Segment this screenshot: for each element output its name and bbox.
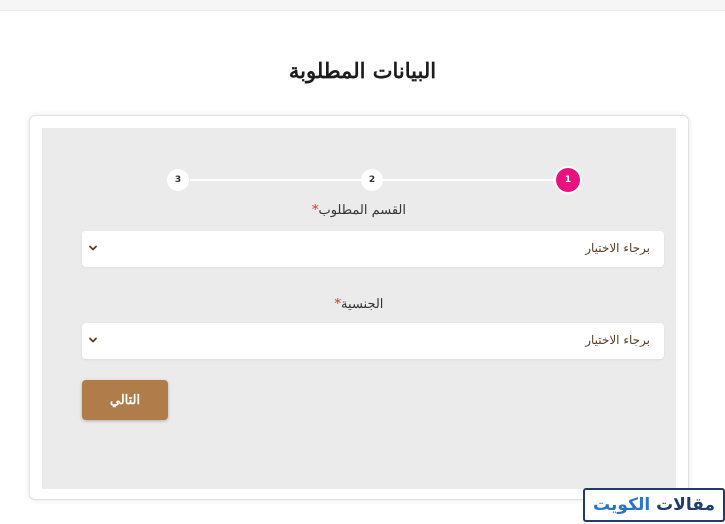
form-panel: 3 2 1 القسم المطلوب* برجاء الاختيار الجن… (42, 128, 676, 489)
step-1-active[interactable]: 1 (556, 168, 580, 192)
page-title: البيانات المطلوبة (288, 58, 437, 83)
chevron-down-icon (89, 245, 97, 251)
stepper-connector (190, 179, 370, 181)
top-bar (0, 0, 725, 11)
site-watermark-logo: مقالات الكويت (583, 488, 725, 522)
department-select[interactable]: برجاء الاختيار (82, 231, 664, 267)
department-label: القسم المطلوب* (42, 203, 676, 218)
next-button[interactable]: التالي (82, 380, 168, 420)
step-3[interactable]: 3 (167, 169, 189, 191)
nationality-select-value: برجاء الاختيار (585, 333, 650, 347)
department-select-value: برجاء الاختيار (585, 241, 650, 255)
nationality-select[interactable]: برجاء الاختيار (82, 323, 664, 359)
step-2[interactable]: 2 (361, 169, 383, 191)
form-card: 3 2 1 القسم المطلوب* برجاء الاختيار الجن… (29, 115, 689, 500)
nationality-label: الجنسية* (42, 297, 676, 312)
nationality-label-text: الجنسية (341, 297, 384, 312)
chevron-down-icon (89, 337, 97, 343)
watermark-text-2: الكويت (593, 495, 651, 515)
department-label-text: القسم المطلوب (318, 203, 407, 218)
stepper-connector (382, 179, 560, 181)
watermark-text-1: مقالات (656, 495, 715, 515)
